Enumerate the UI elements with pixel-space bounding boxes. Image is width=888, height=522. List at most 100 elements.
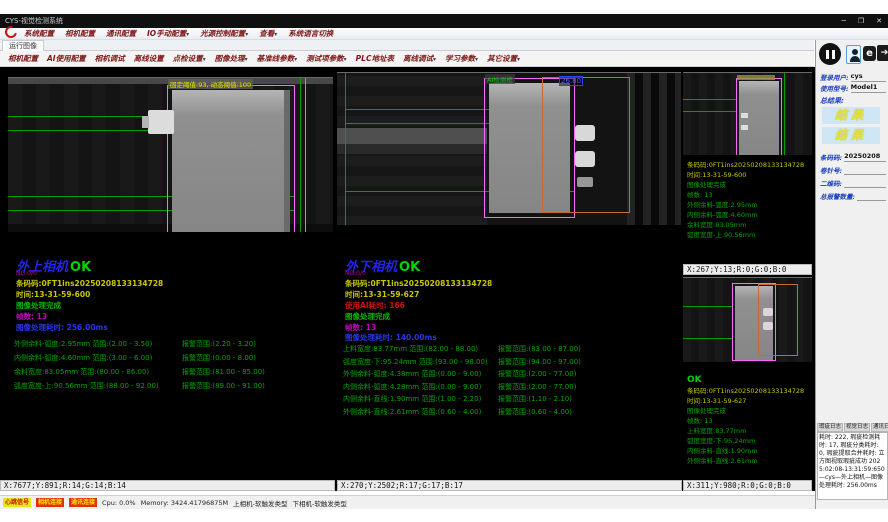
- toolbar-item-other-settings[interactable]: 其它设置▾: [487, 53, 520, 64]
- maximize-icon[interactable]: ❐: [858, 17, 864, 25]
- roi-rect-orange: [542, 77, 630, 213]
- model-field: 使用型号: Model1: [820, 83, 886, 93]
- machine-band: [337, 128, 487, 144]
- login-user-value[interactable]: cys: [851, 72, 886, 82]
- log-tab-vision[interactable]: 视觉日志: [844, 423, 870, 432]
- barcode-value[interactable]: 20250208: [844, 152, 886, 162]
- roi-rect-orange: [758, 284, 798, 356]
- tab-run-image[interactable]: 运行图像: [2, 40, 44, 51]
- toolbar-item-camera-debug[interactable]: 相机调试: [95, 53, 125, 64]
- log-panel: 瑕疵日志 视觉日志 通讯日志 耗时: 222, 瑕疵检测耗时: 17, 瑕疵分类…: [817, 423, 888, 503]
- menu-item-system-config[interactable]: 系统配置: [24, 28, 54, 39]
- toolbar-item-test-params[interactable]: 测试项参数▾: [306, 53, 347, 64]
- toolbar-item-learning-params[interactable]: 学习参数▾: [445, 53, 478, 64]
- log-tab-defect[interactable]: 瑕疵日志: [817, 423, 843, 432]
- measurement-row: 外侧余料-弧度:4.38mm 范围:(0.00 - 9.00)报警范围:(2.0…: [343, 369, 673, 382]
- left-measurement-list: 外侧余料-弧度:2.95mm 范围:(2.00 - 3.50)报警范围:(2.2…: [14, 339, 329, 395]
- barcode-line: 条码码:0FT1ins20250208133134728: [16, 278, 163, 289]
- middle-camera-view[interactable]: AI检测框 26.80: [337, 72, 681, 225]
- frame-count-line: 帧数: 13: [16, 311, 47, 322]
- process-done-line: 图像处理完成: [345, 311, 390, 322]
- memory-usage: Memory: 3424.41796875M: [141, 499, 229, 507]
- menu-item-light-control[interactable]: 光源控制配置▾: [200, 28, 248, 39]
- toolbar: 相机配置 AI使用配置 相机调试 离线设置 点检设置▾ 图像处理▾ 基准线参数▾…: [0, 51, 814, 67]
- minimize-icon[interactable]: ─: [842, 17, 846, 25]
- barcode-line: 条码码:0FT1ins20250208133134728: [345, 278, 492, 289]
- connector-tip: [142, 116, 149, 128]
- menu-item-io-manual-config[interactable]: IO手动配置▾: [147, 28, 189, 39]
- toolbar-item-offline-settings[interactable]: 离线设置: [134, 53, 164, 64]
- measurement-row: 内侧余料-直线:1.90mm 范围:(1.00 - 2.20)报警范围:(1.1…: [343, 394, 673, 407]
- measurement-row: 余料宽度:83.05mm 范围:(80.00 - 86.00)报警范围:(81.…: [14, 367, 329, 381]
- result-badge-2: 结果: [822, 127, 880, 144]
- edge-line-yellow: [305, 78, 306, 232]
- measurement-row: 外侧余料-直线:2.61mm 范围:(0.60 - 4.00)报警范围:(0.6…: [343, 407, 673, 420]
- toolbar-item-image-processing[interactable]: 图像处理▾: [215, 53, 248, 64]
- menu-item-camera-config[interactable]: 相机配置: [65, 28, 95, 39]
- laser-line: [683, 306, 733, 307]
- thumb-top-camera-view[interactable]: [683, 72, 812, 155]
- toolbar-item-baseline-params[interactable]: 基准线参数▾: [257, 53, 298, 64]
- main-area: 固定阈值:93, 动态阈值:100 外上相机OK NG:0/0 条码码:0FT1…: [0, 67, 815, 491]
- toolbar-item-plc-address[interactable]: PLC地址表: [356, 53, 394, 64]
- qrcode-field: 二维码:: [820, 178, 886, 188]
- log-tabs: 瑕疵日志 视觉日志 通讯日志: [817, 423, 888, 432]
- tab-strip: 运行图像: [0, 40, 814, 51]
- laser-line: [8, 130, 168, 131]
- app-window: CYS-视觉检测系统 ─ ❐ ✕ 系统配置 相机配置 通讯配置 IO手动配置▾ …: [0, 0, 888, 522]
- qrcode-value[interactable]: [844, 178, 886, 188]
- toolbar-item-ai-config[interactable]: AI使用配置: [47, 53, 86, 64]
- menu-item-language-switch[interactable]: 系统语言切换: [288, 28, 333, 39]
- log-tab-comm[interactable]: 通讯日志: [871, 423, 888, 432]
- heartbeat-status-badge: 心跳信号: [3, 498, 31, 507]
- result-ok-label: OK: [399, 260, 420, 275]
- laser-line: [683, 99, 737, 100]
- elapsed-line: 图像处理耗时: 140.00ms: [345, 332, 437, 343]
- chevron-down-icon: ▾: [517, 56, 520, 63]
- model-value[interactable]: Model1: [851, 83, 886, 93]
- machine-texture: [627, 73, 681, 225]
- comm-status-badge: 通讯连接: [69, 498, 97, 507]
- measurement-row: 内侧余料-弧度:4.60mm 范围:(3.00 - 6.00)报警范围:(0.0…: [14, 353, 329, 367]
- edge-line-green: [784, 73, 785, 155]
- left-camera-view[interactable]: 固定阈值:93, 动态阈值:100: [8, 77, 333, 232]
- cpu-usage: Cpu: 0.0%: [102, 499, 136, 507]
- toolbar-item-spot-check[interactable]: 点检设置▾: [173, 53, 206, 64]
- user-button[interactable]: [846, 45, 861, 64]
- exit-icon[interactable]: ➔: [877, 45, 888, 61]
- time-line: 时间:13-31-59-627: [345, 289, 419, 300]
- close-icon[interactable]: ✕: [876, 17, 882, 25]
- machine-band: [337, 144, 487, 154]
- thumb-top-info: 条码码:0FT1ins20250208133134728 时间:13-31-59…: [687, 160, 811, 240]
- roi-rect-magenta: [167, 85, 295, 232]
- barcode-field: 条码码: 20250208: [820, 152, 886, 162]
- window-title: CYS-视觉检测系统: [5, 16, 63, 26]
- measurement-row: 弧度宽度-上:90.56mm 范围:(88.00 - 92.00)报警范围:(8…: [14, 381, 329, 395]
- log-text[interactable]: 耗时: 222, 瑕疵检测耗时: 17, 瑕疵分类耗时: 0, 瑕疵提取合并耗时…: [817, 432, 888, 500]
- reel-number-value[interactable]: [844, 165, 886, 175]
- chevron-down-icon: ▾: [344, 56, 347, 63]
- toolbar-item-offline-debug[interactable]: 离线调试▾: [403, 53, 436, 64]
- measurement-row: 外侧余料-弧度:2.95mm 范围:(2.00 - 3.50)报警范围:(2.2…: [14, 339, 329, 353]
- browser-e-icon[interactable]: e: [863, 46, 876, 61]
- alarm-count-value[interactable]: [857, 191, 886, 201]
- chevron-down-icon: ▾: [245, 31, 248, 38]
- menu-item-view[interactable]: 查看▾: [259, 28, 277, 39]
- middle-measurement-list: 上料宽度:83.77mm 范围:(82.00 - 88.00)报警范围:(83.…: [343, 344, 673, 419]
- ai-box-overlay: AI检测框: [485, 74, 515, 84]
- ai-time-line: 使用AI耗时: 166: [345, 300, 405, 311]
- bright-spot: [741, 113, 748, 118]
- edge-line-green: [345, 73, 346, 225]
- middle-coordinate-bar: X:270;Y:2502;R:17;G:17;B:17: [337, 480, 682, 491]
- chevron-down-icon: ▾: [245, 56, 248, 63]
- thumb-bottom-camera-view[interactable]: [683, 277, 812, 362]
- bright-spot: [741, 125, 748, 130]
- pause-button[interactable]: [819, 43, 841, 65]
- total-result-label: 总结果:: [820, 96, 844, 106]
- menu-item-comm-config[interactable]: 通讯配置: [106, 28, 136, 39]
- process-done-line: 图像处理完成: [16, 300, 61, 311]
- thumb-top-coordinate-bar: X:267;Y:13;R:0;G:0;B:0: [683, 264, 812, 275]
- login-user-field: 登录用户: cys: [820, 72, 886, 82]
- toolbar-item-camera-config[interactable]: 相机配置: [8, 53, 38, 64]
- measurement-row: 内侧余料-弧度:4.28mm 范围:(0.00 - 9.00)报警范围:(2.0…: [343, 382, 673, 395]
